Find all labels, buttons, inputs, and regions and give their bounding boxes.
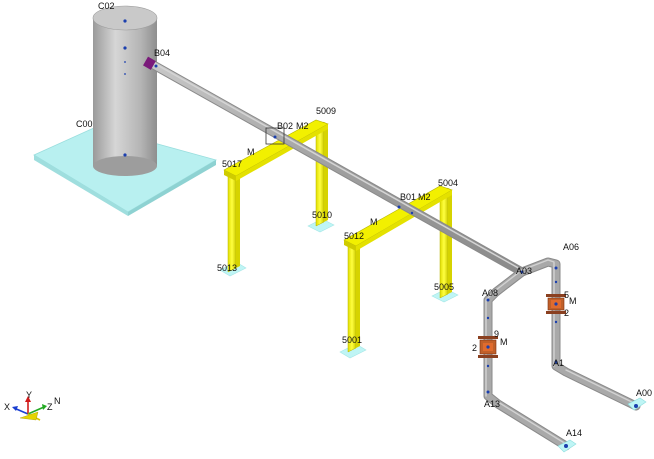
- node-marker[interactable]: [124, 61, 126, 63]
- label-frame2-base-right: 5005: [434, 282, 454, 292]
- pipe-rack-frame-1[interactable]: [219, 119, 335, 277]
- label-tank-top: C02: [98, 1, 115, 11]
- 3d-model-viewport[interactable]: C02 C00 B04 B02 M2 M B01 M2 M 5009 5017 …: [0, 0, 654, 459]
- label-left-top: A08: [482, 288, 498, 298]
- axis-y-label: Y: [26, 390, 32, 400]
- label-end-left: A14: [566, 428, 582, 438]
- label-valve-left-a: 9: [494, 329, 499, 339]
- node-marker[interactable]: [124, 73, 126, 75]
- label-frame1-top-left: 5017: [222, 159, 242, 169]
- label-bottom-left: A13: [484, 399, 500, 409]
- label-frame1-top-right: 5009: [316, 106, 336, 116]
- axis-n-label: N: [54, 396, 61, 406]
- label-end-right: A00: [636, 388, 652, 398]
- tank-cylinder[interactable]: [92, 5, 158, 176]
- node-marker[interactable]: [154, 64, 158, 68]
- node-marker: [634, 404, 638, 408]
- label-support-b02-m: M: [247, 147, 255, 157]
- pipe-end-caps[interactable]: [557, 397, 647, 453]
- pipe-rack-frame-2[interactable]: [339, 185, 459, 359]
- node-marker[interactable]: [123, 153, 127, 157]
- label-support-b02-tag: M2: [296, 121, 309, 131]
- node-marker[interactable]: [123, 46, 127, 50]
- node-marker[interactable]: [123, 19, 127, 23]
- riser-pipe-loop[interactable]: [483, 257, 641, 451]
- node-marker[interactable]: [397, 205, 401, 209]
- label-valve-left-b: 2: [472, 343, 477, 353]
- label-frame2-top-right: 5004: [438, 178, 458, 188]
- label-support-b01-tag: M2: [418, 192, 431, 202]
- axis-x-label: X: [4, 402, 10, 412]
- label-riser-top: A06: [563, 242, 579, 252]
- valve-right[interactable]: [546, 294, 566, 314]
- label-support-b01-m: M: [370, 217, 378, 227]
- label-nozzle: B04: [154, 48, 170, 58]
- node-marker: [564, 444, 568, 448]
- axis-z-label: Z: [47, 402, 53, 412]
- label-frame1-base-left: 5013: [217, 263, 237, 273]
- label-frame2-base-left: 5001: [342, 335, 362, 345]
- label-bottom-right: A1: [553, 358, 564, 368]
- label-support-b01: B01: [400, 192, 416, 202]
- label-tank-base: C00: [76, 119, 93, 129]
- node-marker[interactable]: [273, 135, 277, 139]
- piping-model-scene[interactable]: C02 C00 B04 B02 M2 M B01 M2 M 5009 5017 …: [0, 0, 654, 459]
- axis-triad: X Y Z N: [4, 390, 61, 421]
- node-marker[interactable]: [410, 211, 414, 215]
- label-frame1-base-right: 5010: [312, 210, 332, 220]
- label-riser-elbow: A03: [516, 266, 532, 276]
- label-valve-right-m: M: [569, 296, 577, 306]
- label-valve-left-m: M: [500, 337, 508, 347]
- label-valve-right-b: 2: [564, 308, 569, 318]
- label-support-b02: B02: [277, 121, 293, 131]
- label-frame2-top-left: 5012: [344, 231, 364, 241]
